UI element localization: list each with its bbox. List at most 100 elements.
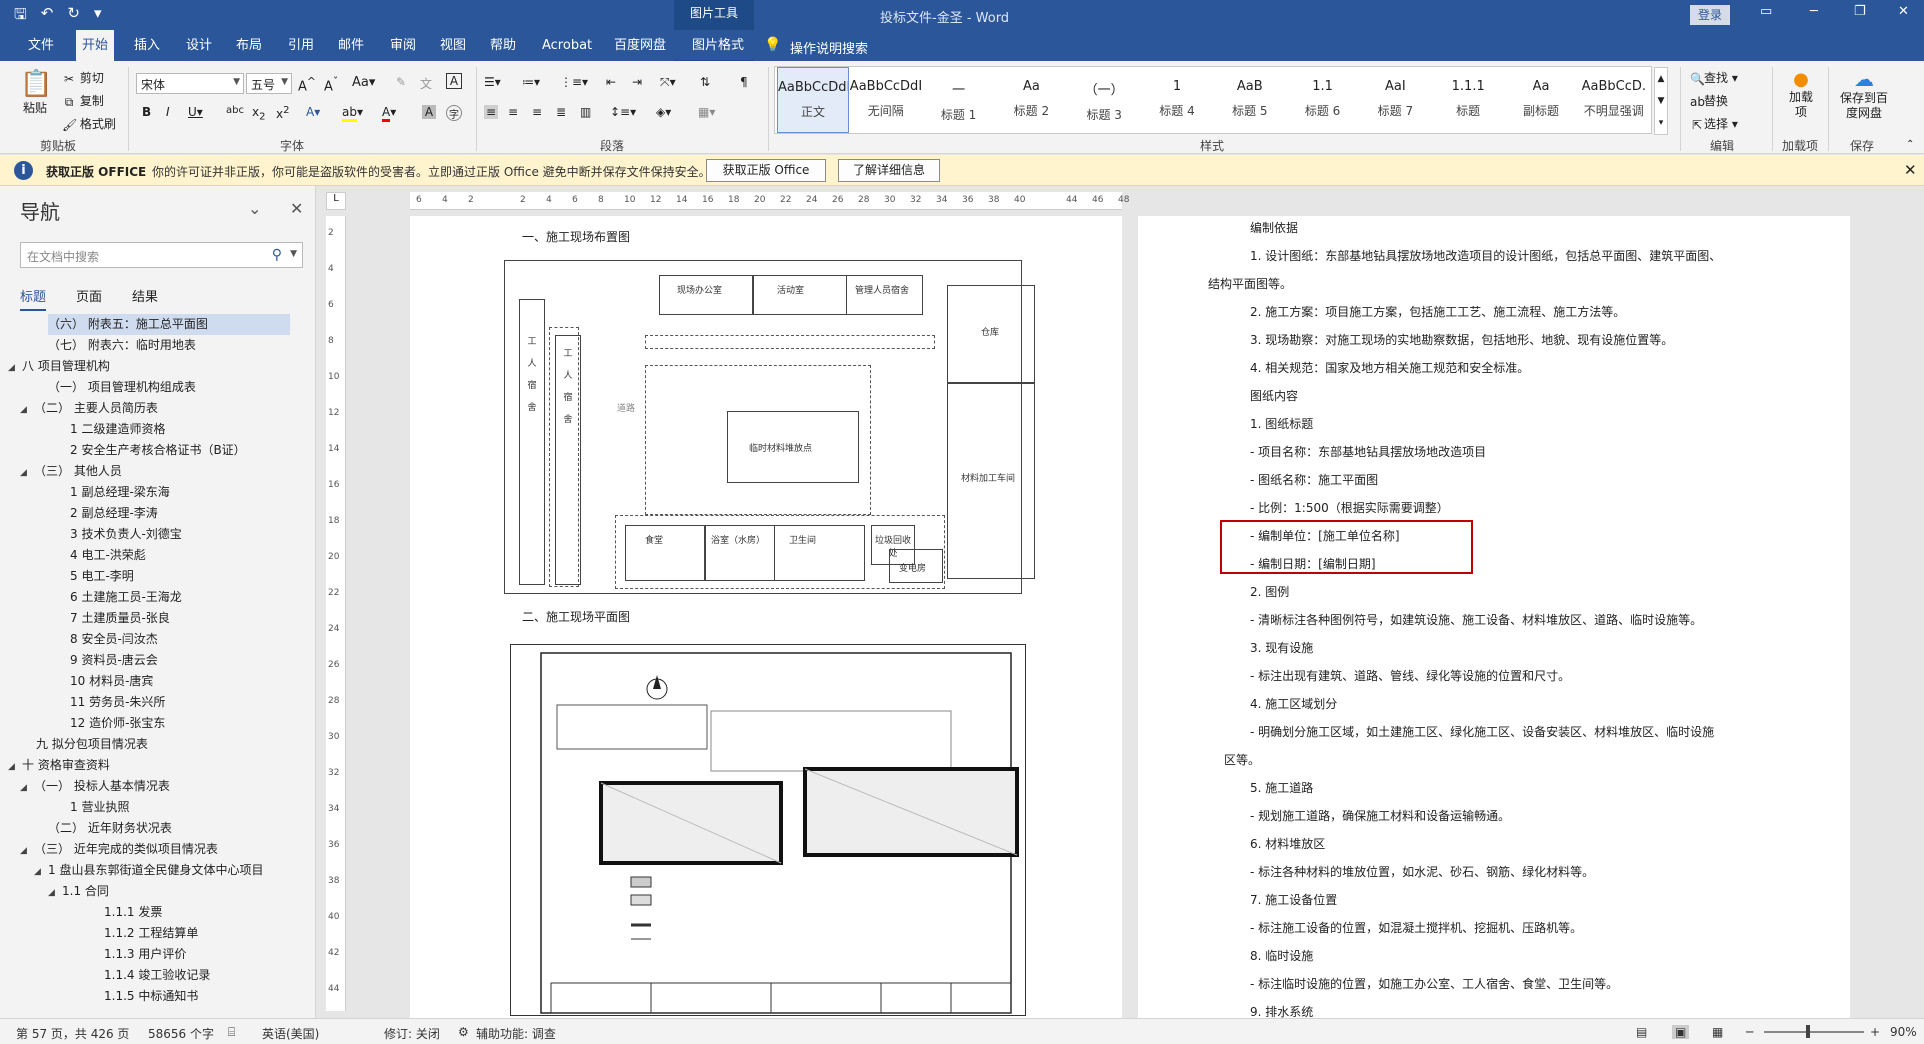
document-line[interactable]: 6. 材料堆放区 (1250, 835, 1325, 852)
nav-heading-item[interactable]: ◢ 1 盘山县东郭街道全民健身文体中心项目 (34, 860, 263, 881)
tab-4[interactable]: 布局 (230, 30, 268, 61)
nav-heading-item[interactable]: 1.1.5 中标通知书 (104, 986, 198, 1007)
tab-5[interactable]: 引用 (282, 30, 320, 61)
nav-heading-item[interactable]: ◢ （一） 投标人基本情况表 (20, 776, 170, 797)
font-color-icon[interactable]: A▾ (382, 105, 396, 122)
close-window-icon[interactable]: ✕ (1898, 4, 1909, 19)
align-center-icon[interactable]: ≡ (508, 105, 518, 119)
align-left-icon[interactable]: ≡ (484, 105, 499, 119)
search-icon[interactable]: ⚲ (272, 247, 282, 263)
nav-heading-item[interactable]: ◢ 十 资格审查资料 (8, 755, 110, 776)
shrink-font-icon[interactable]: Aˇ (324, 75, 338, 94)
nav-heading-item[interactable]: ◢ 八 项目管理机构 (8, 356, 110, 377)
document-line[interactable]: 4. 施工区域划分 (1250, 695, 1337, 712)
styles-scroll[interactable]: ▲ ▼ ▾ (1654, 67, 1668, 135)
document-line[interactable]: 图纸内容 (1250, 387, 1298, 404)
tab-10[interactable]: Acrobat (536, 30, 598, 61)
nav-heading-item[interactable]: 8 安全员-闫汝杰 (70, 629, 158, 650)
tab-8[interactable]: 视图 (434, 30, 472, 61)
minimize-icon[interactable]: ─ (1810, 4, 1818, 19)
style-item[interactable]: AaB 标题 5 (1214, 67, 1286, 133)
close-icon[interactable]: ✕ (1904, 161, 1917, 179)
increase-indent-icon[interactable]: ⇥ (632, 75, 642, 89)
document-line[interactable]: - 比例：1:500（根据实际需要调整） (1250, 499, 1449, 516)
save-icon[interactable]: 🖫 (14, 4, 27, 29)
nav-heading-item[interactable]: （二） 近年财务状况表 (48, 818, 172, 839)
highlight-icon[interactable]: ab▾ (342, 105, 363, 122)
document-line[interactable]: 8. 临时设施 (1250, 947, 1313, 964)
clear-format-icon[interactable]: ✎ (396, 75, 406, 89)
document-line[interactable]: 3. 现场勘察：对施工现场的实地勘察数据，包括地形、地貌、现有设施位置等。 (1250, 331, 1673, 348)
superscript-icon[interactable]: x2 (276, 105, 289, 121)
expand-triangle-icon[interactable]: ◢ (20, 400, 34, 421)
tab-9[interactable]: 帮助 (484, 30, 522, 61)
tab-1[interactable]: 开始 (76, 30, 115, 61)
find-button[interactable]: 🔍查找 ▾ (1690, 69, 1738, 86)
subscript-icon[interactable]: x2 (252, 105, 265, 122)
font-name-combo[interactable]: 宋体 ▼ (136, 73, 244, 94)
document-line[interactable]: - 标注各种材料的堆放位置，如水泥、砂石、钢筋、绿化材料等。 (1250, 863, 1594, 880)
document-line[interactable]: - 项目名称：东部基地钻具摆放场地改造项目 (1250, 443, 1486, 460)
tab-12[interactable]: 图片格式 (686, 30, 750, 61)
nav-tab-0[interactable]: 标题 (20, 286, 47, 311)
text-effects-icon[interactable]: A▾ (306, 105, 320, 119)
nav-heading-item[interactable]: ◢ 1.1 合同 (48, 881, 109, 902)
style-item[interactable]: AaBbCcD. 不明显强调 (1578, 67, 1650, 133)
strikethrough-icon[interactable]: abc (226, 105, 244, 116)
style-item[interactable]: 1 标题 4 (1141, 67, 1213, 133)
print-layout-icon[interactable]: ▣ (1672, 1025, 1690, 1039)
style-item[interactable]: 1.1.1 标题 (1432, 67, 1504, 133)
redo-icon[interactable]: ↻ (67, 4, 80, 29)
document-line[interactable]: - 明确划分施工区域，如土建施工区、绿化施工区、设备安装区、材料堆放区、临时设施 (1250, 723, 1714, 740)
expand-triangle-icon[interactable]: ◢ (20, 841, 34, 862)
bold-icon[interactable]: B (142, 105, 151, 119)
nav-heading-item[interactable]: 1.1.3 用户评价 (104, 944, 186, 965)
nav-heading-item[interactable]: 1 营业执照 (70, 797, 129, 818)
site-plan-drawing[interactable] (510, 644, 1026, 1016)
document-line[interactable]: 1. 图纸标题 (1250, 415, 1313, 432)
document-line[interactable]: 5. 施工道路 (1250, 779, 1313, 796)
nav-heading-item[interactable]: 1 二级建造师资格 (70, 419, 165, 440)
document-line[interactable]: 4. 相关规范：国家及地方相关施工规范和安全标准。 (1250, 359, 1529, 376)
select-button[interactable]: ⇱ 选择 ▾ (1690, 115, 1738, 132)
nav-heading-item[interactable]: ◢ （二） 主要人员简历表 (20, 398, 158, 419)
document-line[interactable]: - 标注出现有建筑、道路、管线、绿化等设施的位置和尺寸。 (1250, 667, 1570, 684)
paste-button[interactable]: 📋 粘贴 (20, 69, 52, 116)
addins-button[interactable]: ● 加载项 (1784, 69, 1818, 120)
accessibility-icon[interactable]: ⚙ (458, 1025, 469, 1039)
document-line[interactable]: 结构平面图等。 (1208, 275, 1292, 292)
style-item[interactable]: AaBbCcDdI 无间隔 (850, 67, 922, 133)
expand-triangle-icon[interactable]: ◢ (20, 778, 34, 799)
document-line[interactable]: - 规划施工道路，确保施工材料和设备运输畅通。 (1250, 807, 1510, 824)
cut-button[interactable]: ✂ 剪切 (62, 69, 104, 86)
style-item[interactable]: AaI 标题 7 (1359, 67, 1431, 133)
document-line[interactable]: 编制依据 (1250, 219, 1298, 236)
line-spacing-icon[interactable]: ↕≡▾ (610, 105, 636, 119)
nav-heading-item[interactable]: 1.1.1 发票 (104, 902, 162, 923)
align-right-icon[interactable]: ≡ (532, 105, 542, 119)
nav-heading-item[interactable]: 9 资料员-唐云会 (70, 650, 158, 671)
site-layout-diagram[interactable]: 工人宿舍 工人宿舍 现场办公室 活动室 管理人员宿舍 临时材料堆放点 道路 仓库… (504, 260, 1035, 594)
expand-triangle-icon[interactable]: ◢ (8, 358, 22, 379)
decrease-indent-icon[interactable]: ⇤ (606, 75, 616, 89)
numbering-icon[interactable]: ≔▾ (522, 75, 540, 89)
zoom-out-icon[interactable]: ─ (1746, 1025, 1753, 1039)
ribbon-display-icon[interactable]: ▭ (1760, 4, 1772, 19)
nav-search-input[interactable]: 在文档中搜索 ⚲ ▼ (20, 242, 303, 268)
learn-more-button[interactable]: 了解详细信息 (838, 159, 940, 182)
justify-icon[interactable]: ≣ (556, 105, 566, 119)
nav-heading-item[interactable]: 1.1.2 工程结算单 (104, 923, 198, 944)
nav-tab-2[interactable]: 结果 (132, 286, 158, 311)
nav-heading-item[interactable]: 6 土建施工员-王海龙 (70, 587, 182, 608)
language[interactable]: 英语(美国) (262, 1025, 319, 1042)
nav-tab-1[interactable]: 页面 (76, 286, 102, 311)
expand-triangle-icon[interactable]: ◢ (20, 463, 34, 484)
zoom-slider[interactable] (1764, 1031, 1864, 1033)
horizontal-ruler[interactable]: 6 4 2 2 4 6 8 10 12 14 16 18 20 22 24 26 28 30 32 34 36 38 40 4… (410, 192, 1129, 210)
nav-heading-item[interactable]: 4 电工-洪荣彪 (70, 545, 146, 566)
document-line[interactable]: 2. 施工方案：项目施工方案，包括施工工艺、施工流程、施工方法等。 (1250, 303, 1625, 320)
phonetic-guide-icon[interactable]: 文 (420, 75, 432, 92)
grow-font-icon[interactable]: A^ (298, 75, 316, 94)
char-border-icon[interactable]: A (446, 73, 462, 89)
chevron-down-icon[interactable]: ▼ (290, 249, 297, 259)
